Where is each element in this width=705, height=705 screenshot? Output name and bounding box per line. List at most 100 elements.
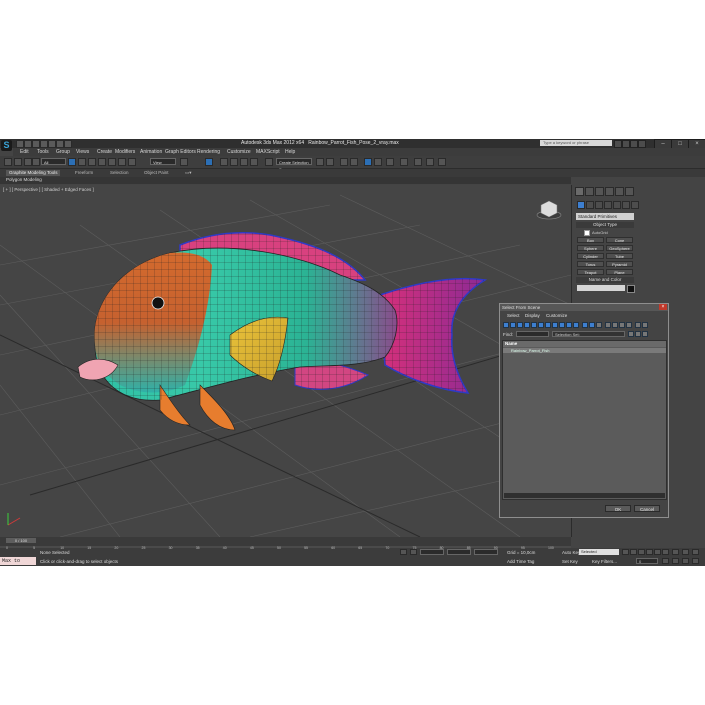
menu-modifiers[interactable]: Modifiers (115, 149, 135, 155)
space-warps-icon[interactable] (622, 201, 630, 209)
display-geometry-icon[interactable] (503, 322, 509, 328)
create-tab-icon[interactable] (575, 187, 584, 196)
render-production-icon[interactable] (426, 158, 434, 166)
select-move-icon[interactable] (108, 158, 116, 166)
polygon-modeling-label[interactable]: Polygon Modeling (3, 177, 45, 183)
spinner-snap-icon[interactable] (250, 158, 258, 166)
go-to-end-icon[interactable] (654, 549, 661, 555)
display-space-warps-icon[interactable] (538, 322, 544, 328)
schematic-view-icon[interactable] (374, 158, 382, 166)
select-all-icon[interactable] (605, 322, 611, 328)
dialog-menu-select[interactable]: Select (507, 313, 520, 318)
select-manipulate-icon[interactable] (205, 158, 213, 166)
zoom-extents-icon[interactable] (682, 549, 689, 555)
name-and-color-rollout[interactable]: Name and Color (576, 277, 634, 283)
horizontal-scrollbar[interactable] (504, 493, 665, 498)
selection-filter-dropdown[interactable]: All (41, 158, 66, 165)
ribbon-options-icon[interactable]: ▭▾ (182, 170, 195, 176)
ok-button[interactable]: OK (605, 505, 631, 512)
sphere-button[interactable]: Sphere (577, 245, 604, 251)
primitive-type-dropdown[interactable]: Standard Primitives (576, 213, 634, 220)
select-object-icon[interactable] (68, 158, 76, 166)
cancel-button[interactable]: Cancel (634, 505, 660, 512)
window-crossing-icon[interactable] (98, 158, 106, 166)
set-key-label[interactable]: Set Key (562, 559, 578, 564)
play-icon[interactable] (638, 549, 645, 555)
shapes-icon[interactable] (586, 201, 594, 209)
maximize-viewport-icon[interactable] (692, 558, 699, 564)
open-file-icon[interactable] (24, 140, 32, 148)
display-tab-icon[interactable] (615, 187, 624, 196)
fetch-icon[interactable] (64, 140, 72, 148)
zoom-icon[interactable] (662, 549, 669, 555)
remove-from-set-icon[interactable] (642, 331, 648, 337)
column-header-name[interactable]: Name (503, 341, 666, 347)
box-button[interactable]: Box (577, 237, 604, 243)
display-containers-icon[interactable] (566, 322, 572, 328)
object-name-field[interactable] (577, 285, 625, 291)
display-helpers-icon[interactable] (531, 322, 537, 328)
pan-view-icon[interactable] (672, 558, 679, 564)
motion-tab-icon[interactable] (605, 187, 614, 196)
pivot-center-icon[interactable] (180, 158, 188, 166)
search-icon[interactable] (614, 140, 622, 148)
field-of-view-icon[interactable] (662, 558, 669, 564)
display-none-icon[interactable] (589, 322, 595, 328)
viewport-label[interactable]: [ + ] [ Perspective ] [ Shaded + Edged F… (3, 187, 94, 192)
add-to-set-icon[interactable] (635, 331, 641, 337)
select-rotate-icon[interactable] (118, 158, 126, 166)
display-shapes-icon[interactable] (510, 322, 516, 328)
teapot-button[interactable]: Teapot (577, 269, 604, 275)
mirror-icon[interactable] (316, 158, 324, 166)
render-iterative-icon[interactable] (438, 158, 446, 166)
help-icon[interactable] (638, 140, 646, 148)
display-bones-icon[interactable] (559, 322, 565, 328)
object-type-rollout[interactable]: Object Type (576, 222, 634, 228)
select-by-name-icon[interactable] (78, 158, 86, 166)
display-frozen-icon[interactable] (573, 322, 579, 328)
torus-button[interactable]: Torus (577, 261, 604, 267)
save-file-icon[interactable] (32, 140, 40, 148)
selection-set-icon[interactable] (628, 331, 634, 337)
go-to-start-icon[interactable] (622, 549, 629, 555)
sync-selection-icon[interactable] (626, 322, 632, 328)
tab-graphite-modeling-tools[interactable]: Graphite Modeling Tools (6, 170, 61, 176)
display-all-icon[interactable] (582, 322, 588, 328)
filter-icon[interactable] (635, 322, 641, 328)
display-invert-icon[interactable] (596, 322, 602, 328)
curve-editor-icon[interactable] (364, 158, 372, 166)
dialog-close-button[interactable]: × (659, 304, 667, 310)
edit-named-selection-icon[interactable] (265, 158, 273, 166)
geosphere-button[interactable]: GeoSphere (606, 245, 633, 251)
favorites-icon[interactable] (630, 140, 638, 148)
tab-freeform[interactable]: Freeform (72, 170, 96, 176)
previous-frame-icon[interactable] (630, 549, 637, 555)
scene-object-list[interactable]: Name Rainbow_Parrot_Fish (502, 340, 667, 500)
cone-button[interactable]: Cone (606, 237, 633, 243)
select-none-icon[interactable] (612, 322, 618, 328)
helpers-icon[interactable] (613, 201, 621, 209)
selection-set-dropdown[interactable]: Selection Set: (552, 331, 625, 337)
auto-key-label[interactable]: Auto Key (562, 550, 580, 555)
menu-tools[interactable]: Tools (37, 149, 49, 155)
undo-icon[interactable] (40, 140, 48, 148)
display-xrefs-icon[interactable] (552, 322, 558, 328)
lock-selection-icon[interactable] (400, 549, 407, 555)
material-editor-icon[interactable] (386, 158, 394, 166)
object-color-swatch[interactable] (627, 285, 635, 293)
angle-snap-icon[interactable] (230, 158, 238, 166)
bind-space-warp-icon[interactable] (32, 158, 40, 166)
rectangular-selection-icon[interactable] (88, 158, 96, 166)
layer-manager-icon[interactable] (340, 158, 348, 166)
list-item[interactable]: Rainbow_Parrot_Fish (503, 348, 666, 353)
current-frame-field[interactable]: 0 (636, 558, 658, 564)
unlink-icon[interactable] (24, 158, 32, 166)
align-icon[interactable] (326, 158, 334, 166)
display-lights-icon[interactable] (517, 322, 523, 328)
dialog-menu-customize[interactable]: Customize (546, 313, 567, 318)
info-icon[interactable] (622, 140, 630, 148)
dialog-menu-display[interactable]: Display (525, 313, 540, 318)
tab-selection[interactable]: Selection (107, 170, 132, 176)
display-groups-icon[interactable] (545, 322, 551, 328)
systems-icon[interactable] (631, 201, 639, 209)
